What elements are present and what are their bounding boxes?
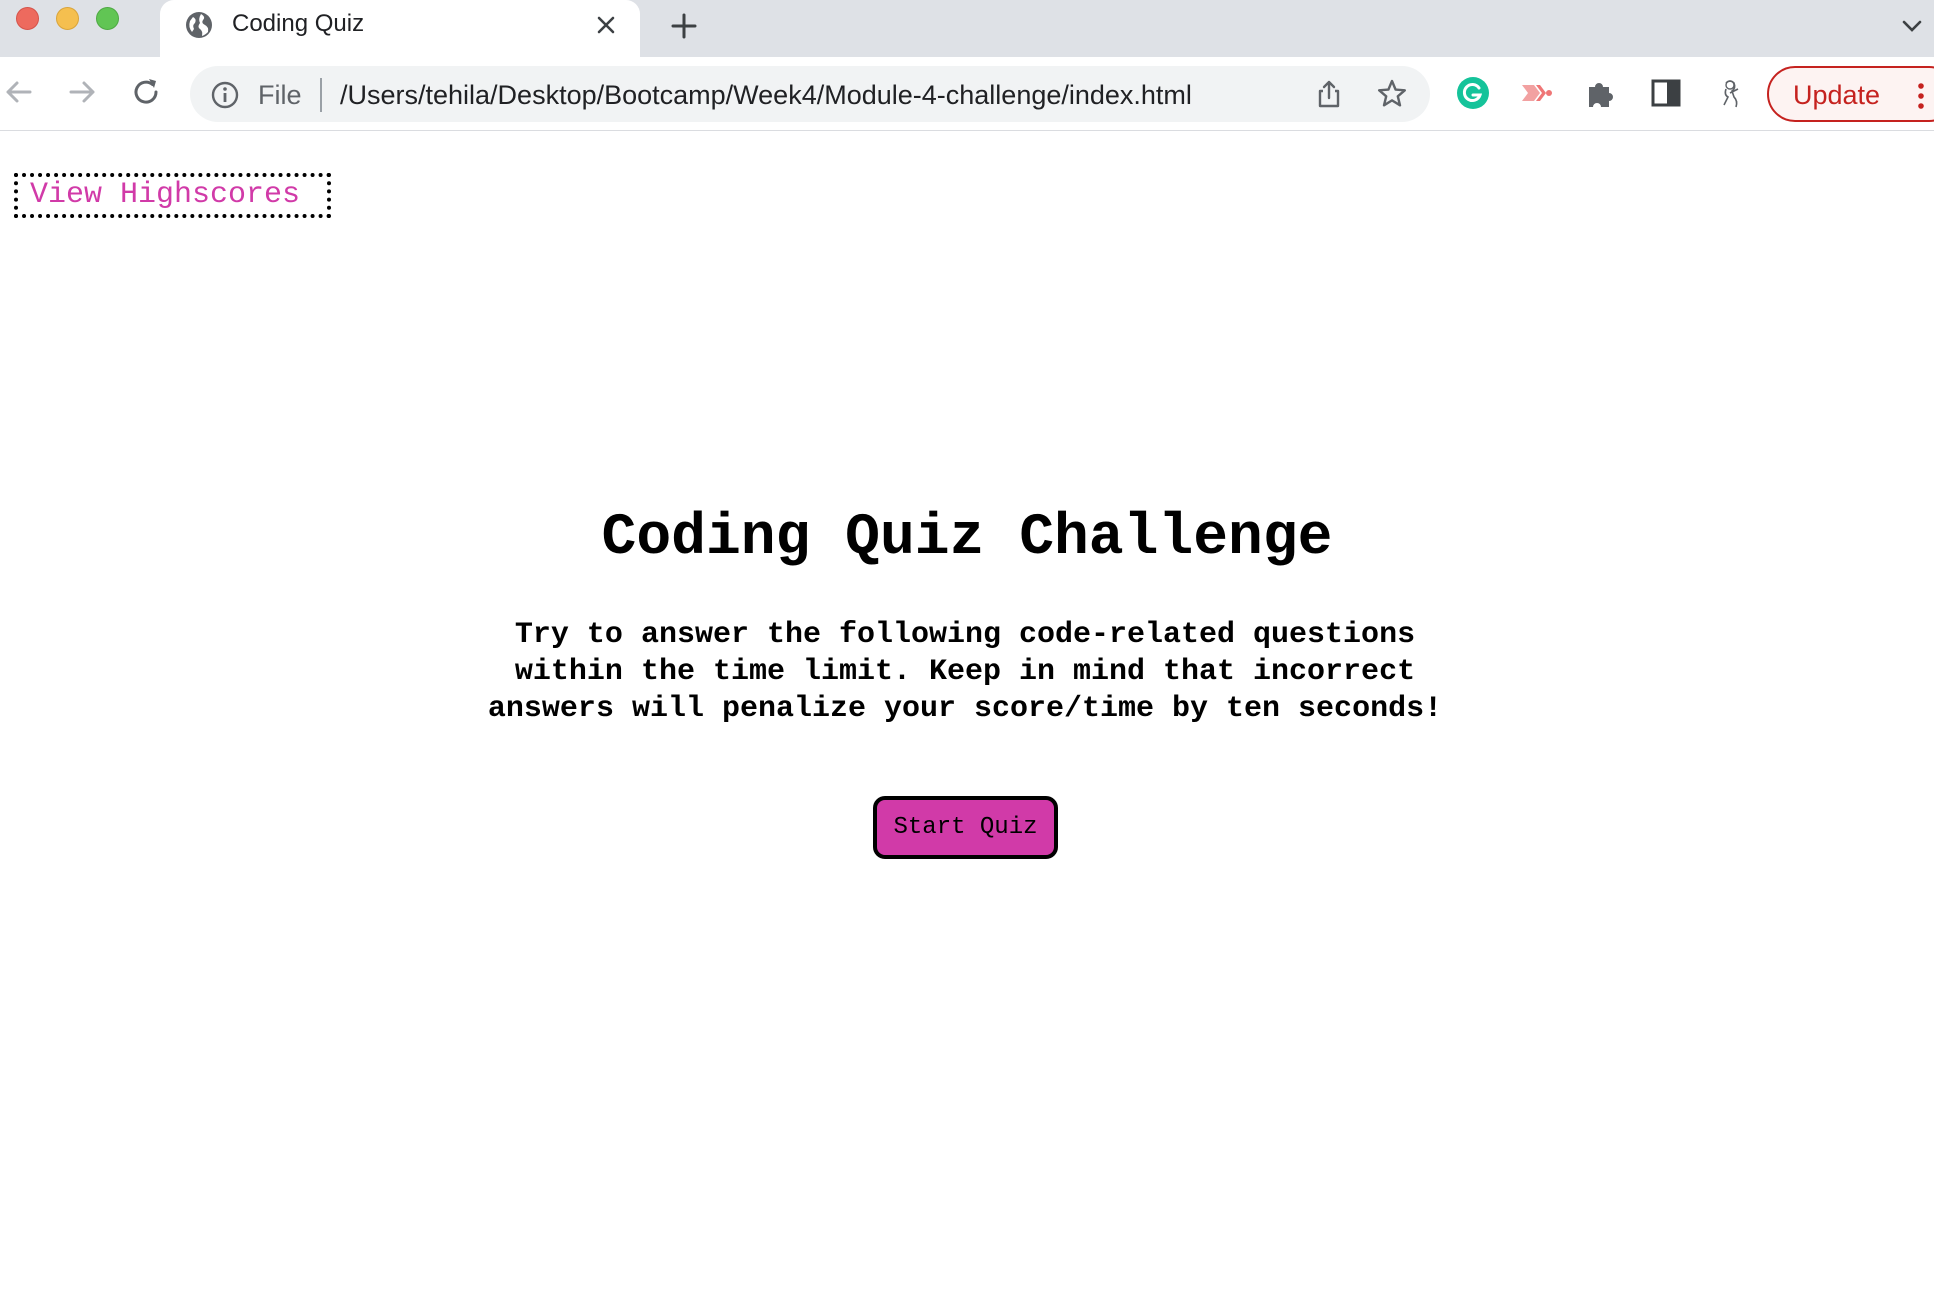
puzzle-icon[interactable] xyxy=(1583,75,1619,111)
close-window-button[interactable] xyxy=(16,7,39,30)
update-label: Update xyxy=(1793,80,1881,110)
url-scheme: File xyxy=(258,80,302,110)
tab-title: Coding Quiz xyxy=(232,10,365,37)
forward-arrow-icon[interactable] xyxy=(63,73,101,111)
side-panel-icon[interactable] xyxy=(1648,75,1684,111)
page-viewport: View Highscores Coding Quiz Challenge Tr… xyxy=(0,132,1934,1292)
star-icon[interactable] xyxy=(1376,78,1408,110)
info-icon[interactable] xyxy=(210,80,240,110)
profile-avatar-icon[interactable] xyxy=(1712,75,1748,111)
more-vert-icon[interactable] xyxy=(1911,80,1931,112)
update-button[interactable]: Update xyxy=(1767,66,1934,122)
view-highscores-link[interactable]: View Highscores xyxy=(14,173,331,218)
chevron-down-icon[interactable] xyxy=(1898,12,1926,40)
close-icon[interactable] xyxy=(593,12,619,38)
globe-icon xyxy=(186,12,212,38)
start-quiz-button[interactable]: Start Quiz xyxy=(873,796,1058,859)
back-arrow-icon[interactable] xyxy=(0,73,38,111)
browser-toolbar: File /Users/tehila/Desktop/Bootcamp/Week… xyxy=(0,57,1934,131)
tab-coding-quiz[interactable]: Coding Quiz xyxy=(160,0,640,57)
page-title: Coding Quiz Challenge xyxy=(601,506,1333,571)
url-text[interactable]: /Users/tehila/Desktop/Bootcamp/Week4/Mod… xyxy=(340,79,1192,111)
omnibox-divider xyxy=(320,78,322,112)
tab-strip: Coding Quiz xyxy=(0,0,1934,57)
share-icon[interactable] xyxy=(1313,78,1345,110)
address-bar[interactable]: File /Users/tehila/Desktop/Bootcamp/Week… xyxy=(190,66,1430,122)
cast-icon[interactable] xyxy=(1518,75,1554,111)
quiz-description: Try to answer the following code-related… xyxy=(487,618,1443,726)
grammarly-icon[interactable] xyxy=(1455,75,1491,111)
maximize-window-button[interactable] xyxy=(96,7,119,30)
reload-icon[interactable] xyxy=(127,73,165,111)
minimize-window-button[interactable] xyxy=(56,7,79,30)
plus-icon[interactable] xyxy=(668,10,700,42)
